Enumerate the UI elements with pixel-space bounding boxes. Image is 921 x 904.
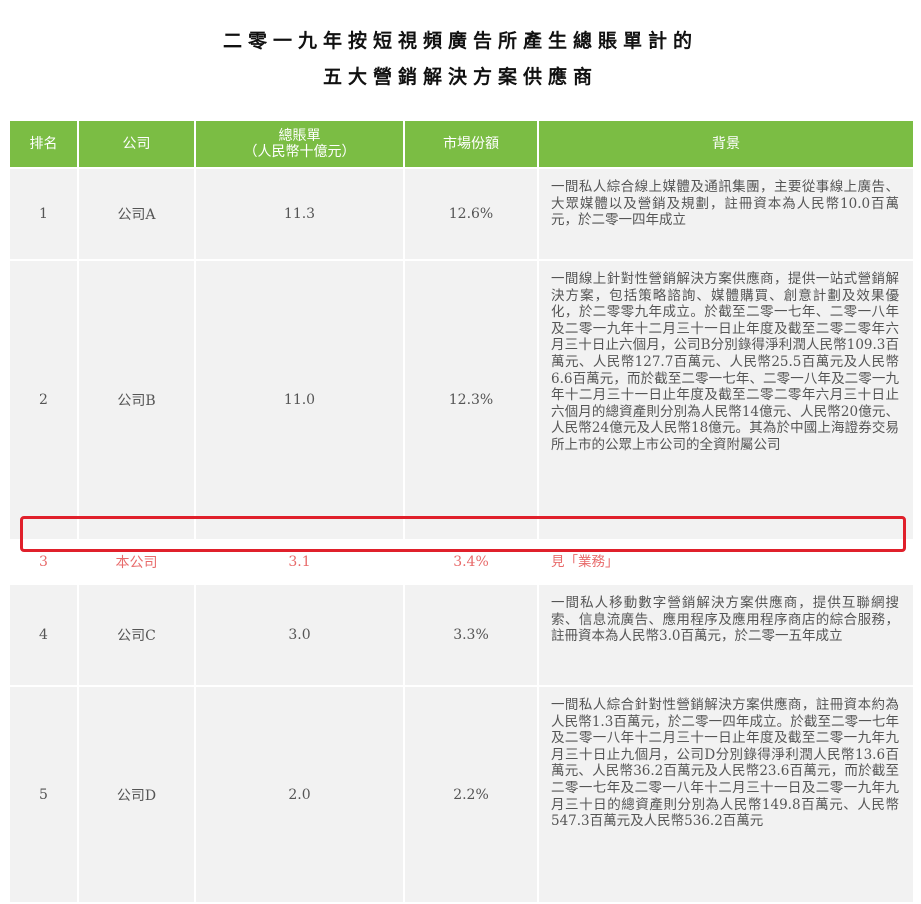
table-row: 4 公司C 3.0 3.3% 一間私人移動數字營銷解決方案供應商，提供互聯網搜索…: [10, 585, 913, 687]
page-title-line1: 二零一九年按短視頻廣告所產生總賬單計的: [222, 30, 698, 52]
header-share: 市場份額: [405, 121, 537, 169]
share-cell: 2.2%: [405, 687, 537, 904]
billing-cell: 3.0: [196, 585, 403, 687]
header-billing: 總賬單 （人民幣十億元）: [196, 121, 403, 169]
rank-cell: 4: [10, 585, 77, 687]
billing-cell: 2.0: [196, 687, 403, 904]
background-cell: 一間私人綜合針對性營銷解決方案供應商，註冊資本約為人民幣1.3百萬元，於二零一四…: [539, 687, 913, 904]
billing-cell: 11.3: [196, 169, 403, 261]
table-header-row: 排名 公司 總賬單 （人民幣十億元） 市場份額 背景: [10, 121, 913, 169]
header-company: 公司: [79, 121, 194, 169]
header-billing-line2: （人民幣十億元）: [243, 144, 356, 160]
table-row: 2 公司B 11.0 12.3% 一間線上針對性營銷解決方案供應商，提供一站式營…: [10, 261, 913, 541]
background-cell: 一間線上針對性營銷解決方案供應商，提供一站式營銷解決方案，包括策略諮詢、媒體購買…: [539, 261, 913, 541]
share-cell: 3.3%: [405, 585, 537, 687]
header-background: 背景: [539, 121, 913, 169]
company-cell: 公司B: [79, 261, 194, 541]
share-cell: 12.3%: [405, 261, 537, 541]
background-cell: 一間私人移動數字營銷解決方案供應商，提供互聯網搜索、信息流廣告、應用程序及應用程…: [539, 585, 913, 687]
company-cell: 公司D: [79, 687, 194, 904]
page-title-line2: 五大營銷解決方案供應商: [322, 66, 598, 88]
rank-cell: 2: [10, 261, 77, 541]
billing-cell: 11.0: [196, 261, 403, 541]
background-cell: 一間私人綜合線上媒體及通訊集團，主要從事線上廣告、大眾媒體以及營銷及規劃，註冊資…: [539, 169, 913, 261]
rank-cell: 5: [10, 687, 77, 904]
table-row: 5 公司D 2.0 2.2% 一間私人綜合針對性營銷解決方案供應商，註冊資本約為…: [10, 687, 913, 904]
rank-cell: 1: [10, 169, 77, 261]
company-cell: 公司C: [79, 585, 194, 687]
share-cell: 12.6%: [405, 169, 537, 261]
table-row: 1 公司A 11.3 12.6% 一間私人綜合線上媒體及通訊集團，主要從事線上廣…: [10, 169, 913, 261]
ranking-table: 排名 公司 總賬單 （人民幣十億元） 市場份額 背景 1 公司A 11.3 12…: [8, 121, 915, 904]
company-cell: 公司A: [79, 169, 194, 261]
header-rank: 排名: [10, 121, 77, 169]
highlight-box: [20, 516, 906, 552]
header-billing-line1: 總賬單: [278, 128, 321, 144]
